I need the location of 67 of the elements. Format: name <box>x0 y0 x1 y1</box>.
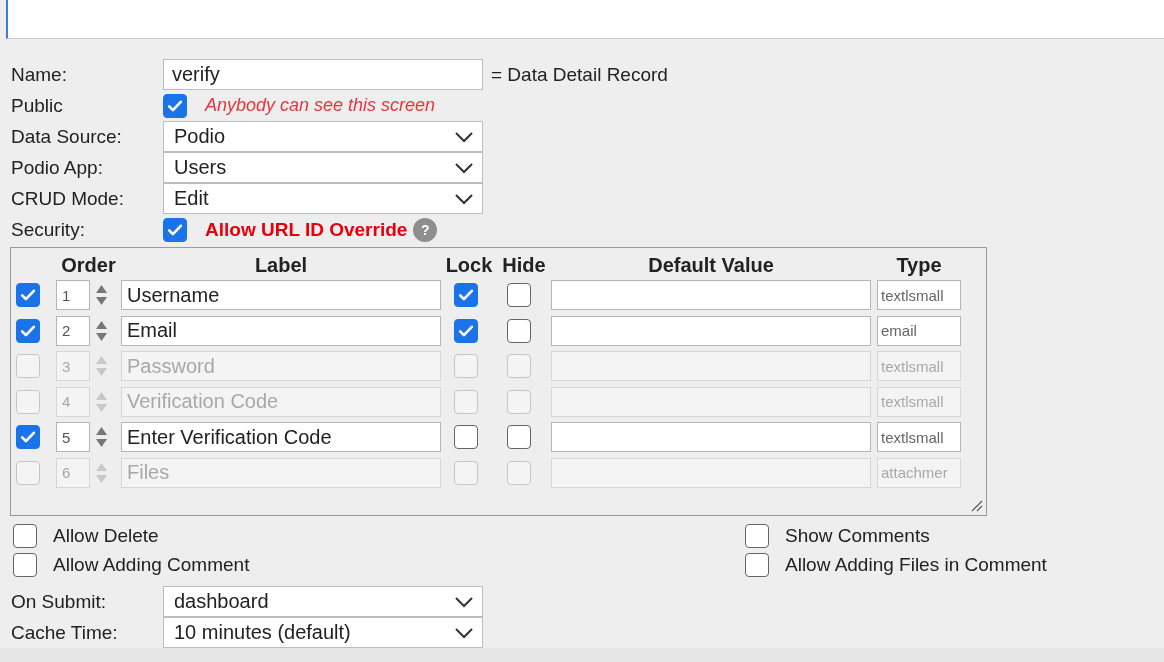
checkbox[interactable] <box>16 283 40 307</box>
default-value-field[interactable] <box>551 315 871 346</box>
order-field[interactable]: 5 <box>56 422 90 452</box>
default-value-field[interactable] <box>551 280 871 310</box>
column-header: Hide <box>501 253 547 277</box>
spinner-icon[interactable] <box>95 426 108 448</box>
checkbox[interactable] <box>16 318 40 343</box>
checkbox-label: Allow Delete <box>53 524 159 547</box>
checkbox[interactable] <box>163 93 187 118</box>
checkbox[interactable] <box>13 552 37 577</box>
chevron-down-icon <box>454 130 474 143</box>
select-field[interactable]: dashboard <box>163 586 483 617</box>
spinner-icon[interactable] <box>95 319 108 342</box>
checkbox[interactable] <box>745 523 769 548</box>
column-header: Type <box>895 253 943 277</box>
type-field[interactable]: textlsmall <box>877 422 961 452</box>
checkbox[interactable] <box>454 318 478 343</box>
type-field[interactable]: email <box>877 315 961 346</box>
chevron-down-icon <box>454 192 474 205</box>
checkbox[interactable] <box>507 283 531 307</box>
resize-grip-icon[interactable] <box>971 500 983 512</box>
label-field[interactable]: Email <box>121 315 441 346</box>
name-field[interactable]: verify <box>163 59 483 90</box>
checkbox[interactable] <box>745 552 769 577</box>
type-field[interactable]: textlsmall <box>877 280 961 310</box>
default-value-field[interactable] <box>551 422 871 452</box>
order-field[interactable]: 1 <box>56 280 90 310</box>
select-field[interactable]: 10 minutes (default) <box>163 617 483 648</box>
order-field[interactable]: 2 <box>56 315 90 346</box>
checkbox[interactable] <box>163 217 187 242</box>
checkbox-label: Allow Adding Files in Comment <box>785 553 1047 576</box>
select-field[interactable]: Users <box>163 152 483 183</box>
chevron-down-icon <box>454 161 474 174</box>
label-field[interactable]: Enter Verification Code <box>121 422 441 452</box>
field-label: Security: <box>11 218 86 241</box>
select-field[interactable]: Edit <box>163 183 483 214</box>
checkbox[interactable] <box>507 318 531 343</box>
chevron-down-icon <box>454 626 474 639</box>
public-note: Anybody can see this screen <box>205 95 436 116</box>
checkbox[interactable] <box>454 425 478 449</box>
label-field[interactable]: Username <box>121 280 441 310</box>
field-label: Cache Time: <box>11 621 119 644</box>
checkbox[interactable] <box>454 283 478 307</box>
column-header: Default Value <box>647 253 775 277</box>
checkbox-label: Show Comments <box>785 524 930 547</box>
chevron-down-icon <box>454 595 474 608</box>
checkbox[interactable] <box>13 523 37 548</box>
field-label: Data Source: <box>11 125 123 148</box>
field-label: Podio App: <box>11 156 104 179</box>
record-type-text: = Data Detail Record <box>491 63 668 86</box>
column-header: Label <box>253 253 309 277</box>
default-value-field[interactable] <box>551 351 871 381</box>
help-icon[interactable]: ? <box>413 217 438 242</box>
column-header: Order <box>60 253 117 277</box>
field-label: Public <box>11 94 64 117</box>
select-field[interactable]: Podio <box>163 121 483 152</box>
field-label: On Submit: <box>11 590 108 613</box>
column-header: Lock <box>444 253 494 277</box>
default-value-field[interactable] <box>551 386 871 417</box>
security-note: Allow URL ID Override <box>205 218 408 241</box>
default-value-field[interactable] <box>551 457 871 488</box>
checkbox-label: Allow Adding Comment <box>53 553 250 576</box>
spinner-icon[interactable] <box>95 284 108 306</box>
checkbox[interactable] <box>16 425 40 449</box>
field-label: CRUD Mode: <box>11 187 125 210</box>
checkbox[interactable] <box>507 425 531 449</box>
field-label: Name: <box>11 63 68 86</box>
